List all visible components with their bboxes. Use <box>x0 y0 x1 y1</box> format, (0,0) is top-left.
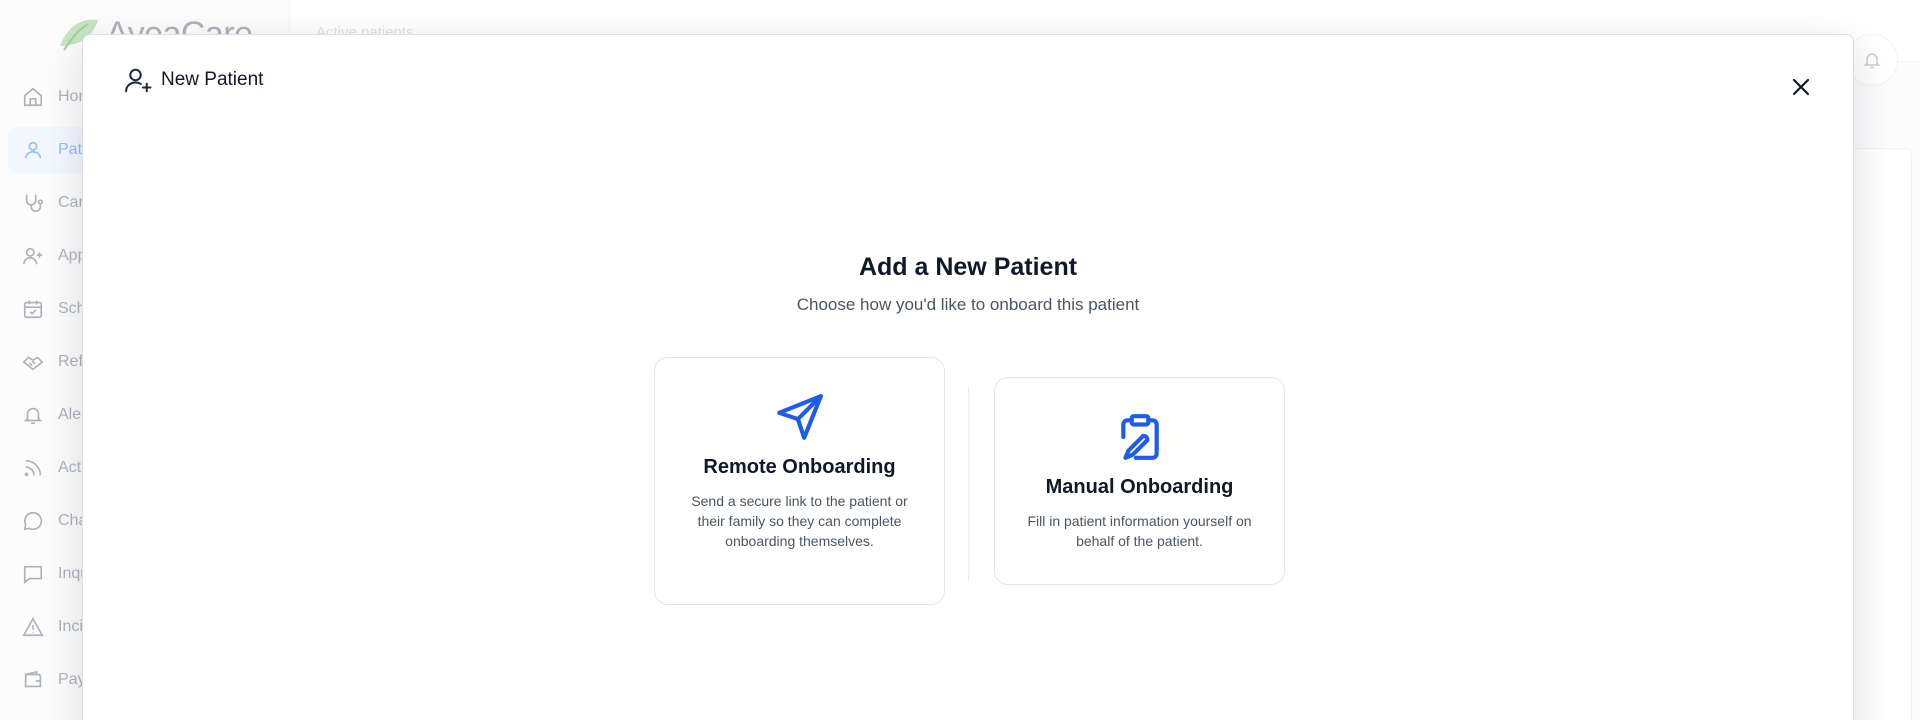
send-icon <box>776 394 823 440</box>
options-divider <box>968 387 969 581</box>
user-plus-icon <box>125 68 152 93</box>
manual-onboarding-title: Manual Onboarding <box>1045 476 1234 498</box>
remote-onboarding-card[interactable]: Remote Onboarding Send a secure link to … <box>654 357 945 605</box>
clipboard-pen-icon <box>1120 414 1159 460</box>
close-icon <box>1792 78 1810 96</box>
modal-subheading: Choose how you'd like to onboard this pa… <box>796 295 1140 314</box>
remote-onboarding-title: Remote Onboarding <box>703 456 896 478</box>
card-icon-wrap <box>995 412 1284 462</box>
modal-header: New Patient <box>123 65 263 95</box>
new-patient-modal: New Patient Add a New Patient Choose how… <box>82 34 1854 720</box>
modal-heading: Add a New Patient <box>858 253 1078 281</box>
manual-onboarding-description: Fill in patient information yourself on … <box>1027 513 1252 549</box>
remote-onboarding-description: Send a secure link to the patient or the… <box>691 493 908 549</box>
manual-onboarding-card[interactable]: Manual Onboarding Fill in patient inform… <box>994 377 1285 585</box>
modal-title: New Patient <box>161 69 264 90</box>
close-button[interactable] <box>1785 71 1817 103</box>
card-icon-wrap <box>655 392 944 442</box>
